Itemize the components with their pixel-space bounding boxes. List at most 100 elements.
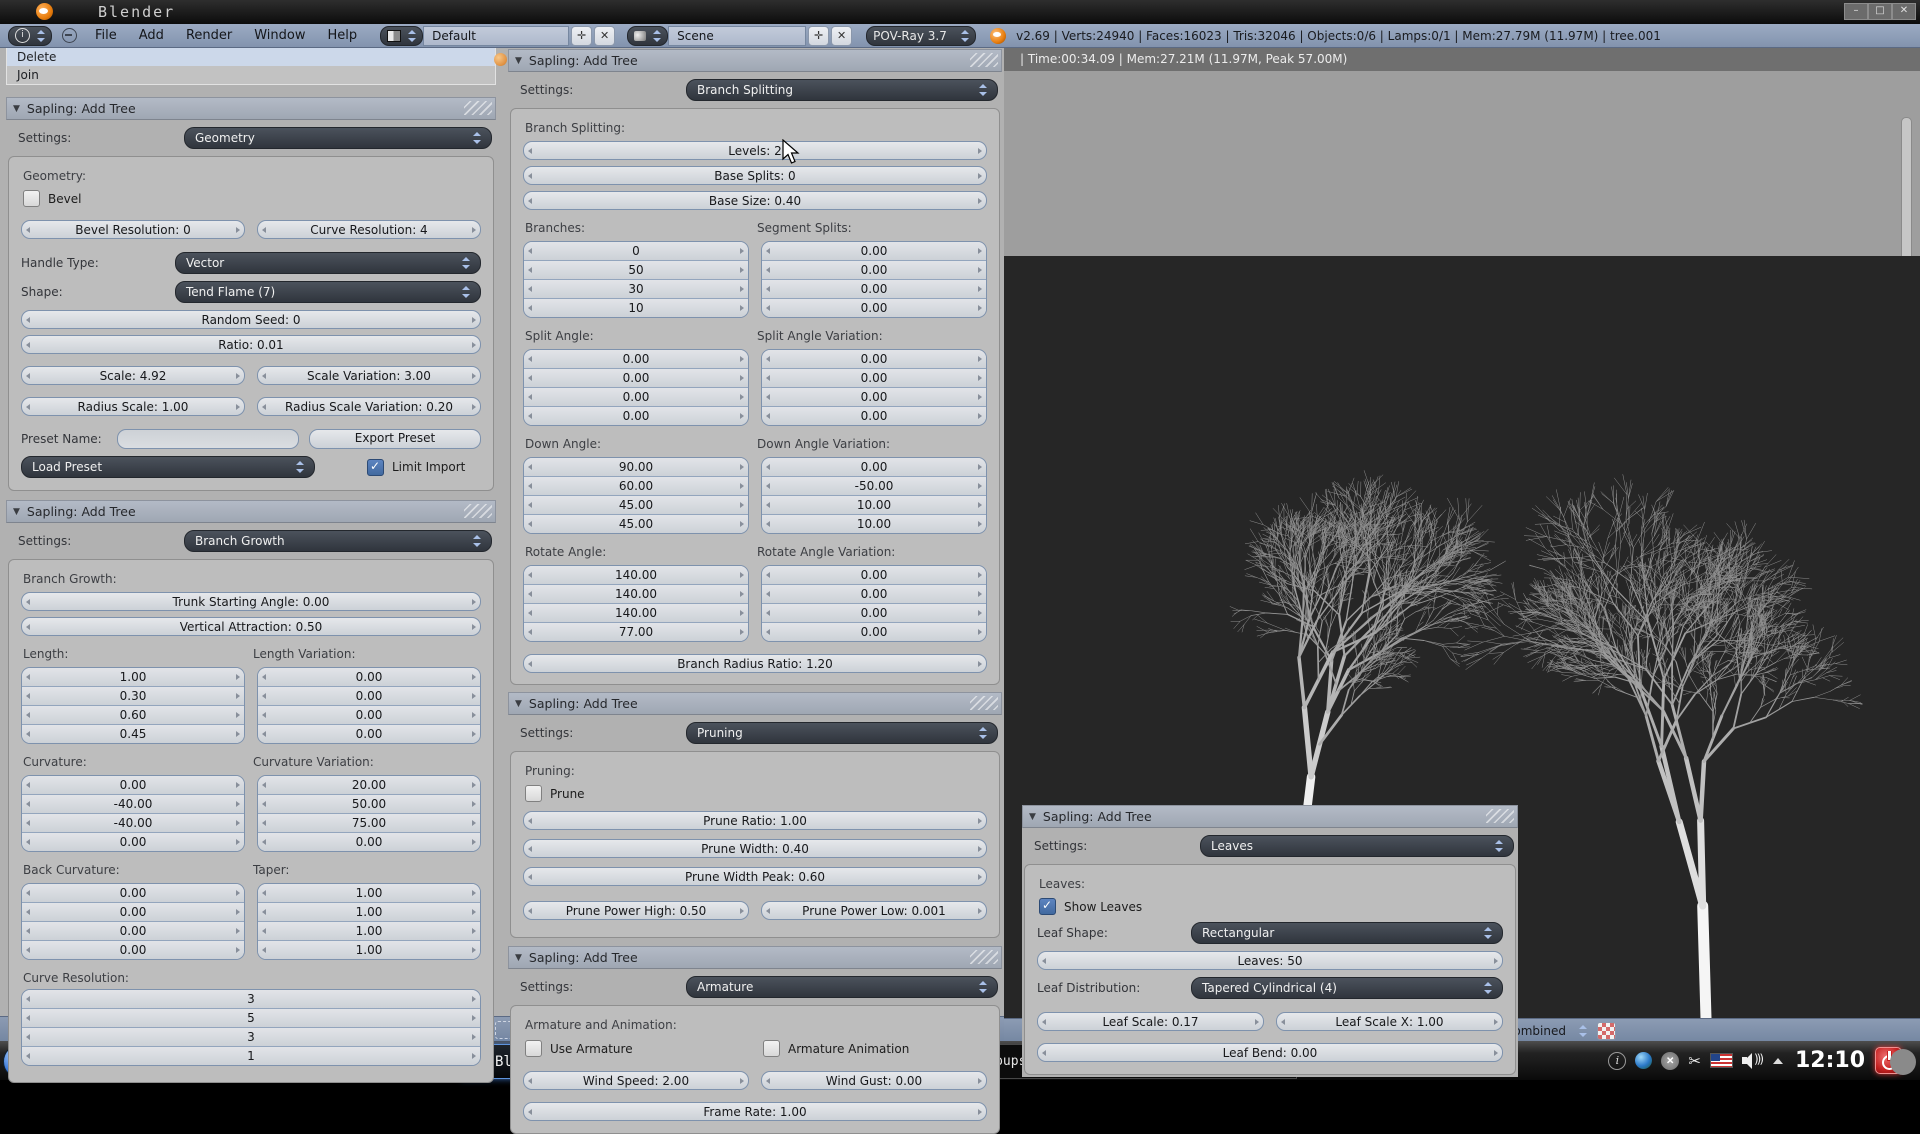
volume-icon[interactable]: ))) <box>1742 1053 1764 1069</box>
preset-name-input[interactable] <box>117 429 299 449</box>
slider-right-arrow-icon[interactable] <box>232 221 244 238</box>
slider-right-arrow-icon[interactable] <box>232 706 244 724</box>
slider-left-arrow-icon[interactable] <box>22 687 34 705</box>
panel-header-leaves[interactable]: ▼ Sapling: Add Tree <box>1022 805 1518 828</box>
slider-right-arrow-icon[interactable] <box>974 1103 986 1120</box>
slider-left-arrow-icon[interactable] <box>524 604 536 622</box>
menu-add[interactable]: Add <box>139 28 164 43</box>
slider-left-arrow-icon[interactable] <box>762 350 774 368</box>
slider-left-arrow-icon[interactable] <box>762 477 774 495</box>
slider-left-arrow-icon[interactable] <box>258 814 270 832</box>
slider-right-arrow-icon[interactable] <box>736 604 748 622</box>
slider-right-arrow-icon[interactable] <box>974 902 986 919</box>
slider-right-arrow-icon[interactable] <box>974 477 986 495</box>
maximize-button[interactable]: □ <box>1868 3 1892 20</box>
panel-header-branch-growth[interactable]: ▼ Sapling: Add Tree <box>6 500 496 523</box>
settings-dropdown-armature[interactable]: Armature <box>686 976 998 998</box>
slider-left-arrow-icon[interactable] <box>22 990 34 1008</box>
base-splits-slider[interactable]: Base Splits: 0 <box>523 166 987 185</box>
length-variation-value[interactable]: 0.00 <box>258 687 480 706</box>
split-angle-variation-value[interactable]: 0.00 <box>762 350 986 369</box>
panel-grip-icon[interactable] <box>1486 809 1514 823</box>
slider-right-arrow-icon[interactable] <box>232 941 244 959</box>
back-curvature-value[interactable]: 0.00 <box>22 941 244 959</box>
split-angle-value[interactable]: 0.00 <box>524 388 748 407</box>
taper-value[interactable]: 1.00 <box>258 941 480 959</box>
add-scene-button[interactable]: ✛ <box>808 26 829 46</box>
armature-animation-checkbox[interactable] <box>763 1040 780 1057</box>
frame-rate-slider[interactable]: Frame Rate: 1.00 <box>523 1102 987 1121</box>
slider-left-arrow-icon[interactable] <box>22 398 34 415</box>
limit-import-checkbox[interactable] <box>367 459 384 476</box>
collapse-triangle-icon[interactable]: ▼ <box>515 56 522 66</box>
slider-right-arrow-icon[interactable] <box>974 585 986 603</box>
vertical-attraction-slider[interactable]: Vertical Attraction: 0.50 <box>21 617 481 636</box>
branches-value[interactable]: 0 <box>524 242 748 261</box>
slider-left-arrow-icon[interactable] <box>524 496 536 514</box>
rotate-angle-variation-value[interactable]: 0.00 <box>762 604 986 623</box>
slider-left-arrow-icon[interactable] <box>762 1072 774 1089</box>
slider-right-arrow-icon[interactable] <box>974 142 986 159</box>
slider-left-arrow-icon[interactable] <box>22 922 34 940</box>
slider-right-arrow-icon[interactable] <box>974 655 986 672</box>
branches-value[interactable]: 10 <box>524 299 748 317</box>
curvature-variation-value[interactable]: 20.00 <box>258 776 480 795</box>
rotate-angle-value[interactable]: 140.00 <box>524 585 748 604</box>
slider-right-arrow-icon[interactable] <box>468 706 480 724</box>
slider-left-arrow-icon[interactable] <box>524 1072 536 1089</box>
length-variation-value[interactable]: 0.00 <box>258 668 480 687</box>
curve-resolution-value[interactable]: 3 <box>22 990 480 1009</box>
slider-left-arrow-icon[interactable] <box>22 941 34 959</box>
slider-right-arrow-icon[interactable] <box>468 1028 480 1046</box>
taper-value[interactable]: 1.00 <box>258 922 480 941</box>
slider-left-arrow-icon[interactable] <box>524 1103 536 1120</box>
taper-value[interactable]: 1.00 <box>258 884 480 903</box>
down-angle-variation-value[interactable]: 10.00 <box>762 515 986 533</box>
slider-left-arrow-icon[interactable] <box>762 388 774 406</box>
slider-right-arrow-icon[interactable] <box>468 336 480 353</box>
slider-right-arrow-icon[interactable] <box>468 311 480 328</box>
slider-left-arrow-icon[interactable] <box>762 623 774 641</box>
length-variation-value[interactable]: 0.00 <box>258 706 480 725</box>
editor-type-selector[interactable]: i <box>8 26 52 46</box>
segment-splits-value[interactable]: 0.00 <box>762 280 986 299</box>
slider-left-arrow-icon[interactable] <box>258 795 270 813</box>
curvature-variation-value[interactable]: 50.00 <box>258 795 480 814</box>
screen-layout-field[interactable]: Default <box>423 26 569 46</box>
random-seed-slider[interactable]: Random Seed: 0 <box>21 310 481 329</box>
panel-header-branch-splitting[interactable]: ▼ Sapling: Add Tree <box>508 49 1002 72</box>
delete-layout-button[interactable]: ✕ <box>594 26 615 46</box>
slider-right-arrow-icon[interactable] <box>232 687 244 705</box>
slider-left-arrow-icon[interactable] <box>22 311 34 328</box>
prune-power-high-slider[interactable]: Prune Power High: 0.50 <box>523 901 749 920</box>
collapse-triangle-icon[interactable]: ▼ <box>13 104 20 114</box>
slider-right-arrow-icon[interactable] <box>974 566 986 584</box>
prune-ratio-slider[interactable]: Prune Ratio: 1.00 <box>523 811 987 830</box>
panel-header-pruning[interactable]: ▼ Sapling: Add Tree <box>508 692 1002 715</box>
slider-left-arrow-icon[interactable] <box>258 776 270 794</box>
slider-right-arrow-icon[interactable] <box>232 922 244 940</box>
menu-item-join[interactable]: Join <box>7 66 495 84</box>
slider-right-arrow-icon[interactable] <box>974 388 986 406</box>
slider-left-arrow-icon[interactable] <box>258 398 270 415</box>
slider-left-arrow-icon[interactable] <box>762 261 774 279</box>
length-value[interactable]: 0.60 <box>22 706 244 725</box>
down-angle-value[interactable]: 60.00 <box>524 477 748 496</box>
slider-right-arrow-icon[interactable] <box>232 795 244 813</box>
slider-left-arrow-icon[interactable] <box>762 242 774 260</box>
slider-right-arrow-icon[interactable] <box>468 1009 480 1027</box>
add-layout-button[interactable]: ✛ <box>571 26 592 46</box>
slider-left-arrow-icon[interactable] <box>22 1028 34 1046</box>
settings-dropdown-branch-splitting[interactable]: Branch Splitting <box>686 79 998 101</box>
slider-left-arrow-icon[interactable] <box>524 242 536 260</box>
slider-right-arrow-icon[interactable] <box>736 902 748 919</box>
slider-left-arrow-icon[interactable] <box>22 336 34 353</box>
screen-layout-icon-button[interactable] <box>380 26 423 46</box>
curvature-value[interactable]: -40.00 <box>22 814 244 833</box>
rotate-angle-variation-value[interactable]: 0.00 <box>762 585 986 604</box>
wind-speed-slider[interactable]: Wind Speed: 2.00 <box>523 1071 749 1090</box>
panel-grip-icon[interactable] <box>970 696 998 710</box>
slider-right-arrow-icon[interactable] <box>974 604 986 622</box>
collapse-triangle-icon[interactable]: ▼ <box>515 953 522 963</box>
slider-left-arrow-icon[interactable] <box>22 706 34 724</box>
